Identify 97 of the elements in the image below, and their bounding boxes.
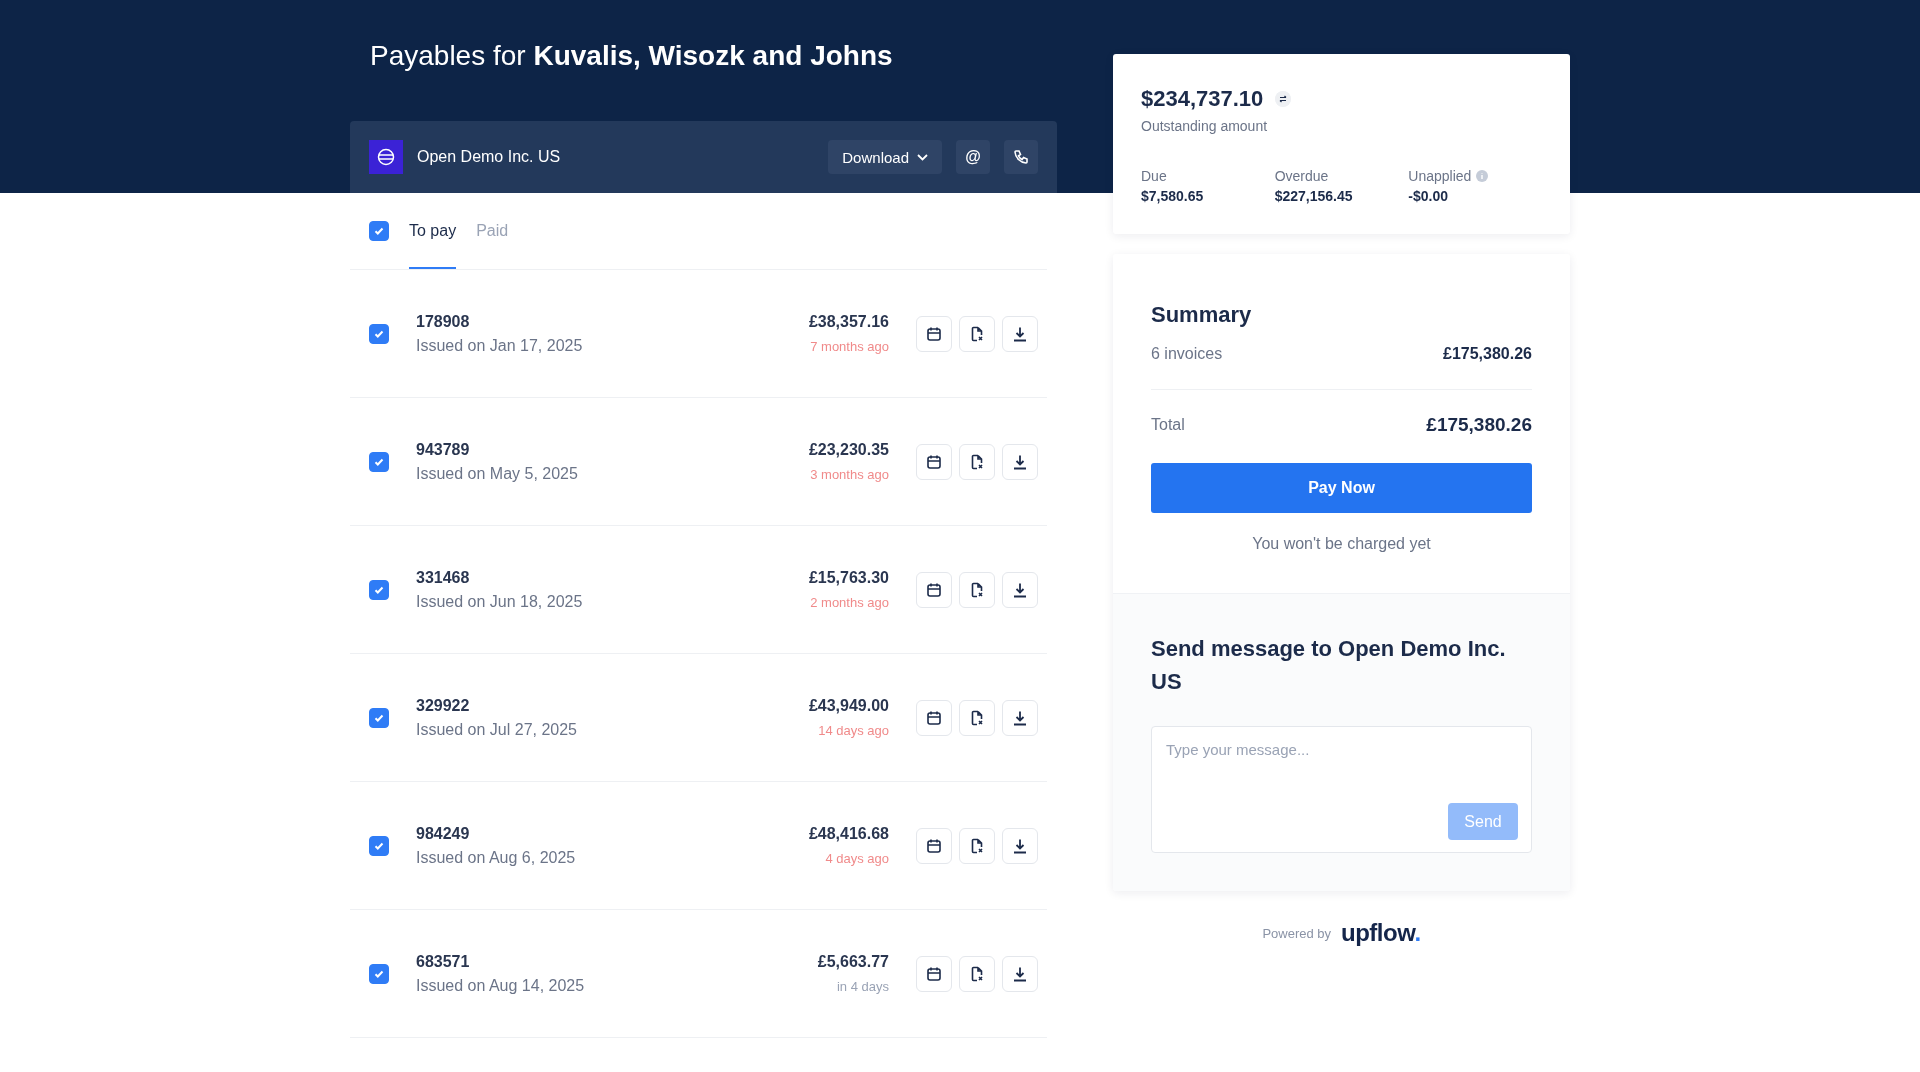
download-button[interactable] — [1002, 955, 1038, 992]
file-x-icon — [969, 325, 985, 342]
download-icon — [1012, 581, 1028, 598]
powered-by-text: Powered by — [1262, 925, 1332, 941]
due-label: in 4 days — [836, 979, 889, 994]
schedule-button[interactable] — [916, 443, 952, 480]
outstanding-label: Outstanding amount — [1141, 118, 1269, 134]
invoice-checkbox[interactable] — [369, 707, 389, 728]
select-all-checkbox[interactable] — [369, 221, 389, 241]
issue-date: Issued on Aug 14, 2025 — [416, 976, 586, 995]
invoice-number: 178908 — [416, 312, 471, 331]
page-title: Payables for Kuvalis, Wisozk and Johns — [369, 39, 894, 73]
schedule-button[interactable] — [916, 827, 952, 864]
issue-date: Issued on Jun 18, 2025 — [416, 592, 584, 611]
stat-label: Unapplied — [1408, 168, 1472, 184]
caret-icon — [917, 153, 928, 161]
schedule-button[interactable] — [916, 571, 952, 608]
file-x-icon — [969, 709, 985, 726]
phone-icon — [1013, 149, 1029, 165]
download-button[interactable] — [1002, 443, 1038, 480]
file-x-icon — [969, 965, 985, 982]
invoice-checkbox[interactable] — [369, 579, 389, 600]
calendar-icon — [926, 965, 942, 982]
due-label: 7 months ago — [810, 339, 889, 354]
charge-note: You won't be charged yet — [1251, 535, 1432, 553]
invoice-amount: £15,763.30 — [808, 569, 889, 587]
issue-date: Issued on Jul 27, 2025 — [416, 720, 578, 739]
calendar-icon — [926, 709, 942, 726]
invoice-amount: £38,357.16 — [808, 313, 889, 331]
file-x-icon — [969, 837, 985, 854]
invoice-number: 331468 — [416, 568, 471, 587]
message-title: Send message to Open Demo Inc. US — [1151, 635, 1507, 696]
download-icon — [1012, 453, 1028, 470]
schedule-button[interactable] — [916, 699, 952, 736]
dispute-button[interactable] — [959, 955, 995, 992]
subtotal-amount: £175,380.26 — [1443, 345, 1532, 363]
invoice-number: 943789 — [416, 440, 471, 459]
invoice-count: 6 invoices — [1151, 345, 1223, 363]
invoice-amount: £5,663.77 — [817, 953, 889, 971]
download-icon — [1012, 709, 1028, 726]
schedule-button[interactable] — [916, 315, 952, 352]
stat-label: Due — [1141, 168, 1167, 184]
tab[interactable]: Paid — [476, 193, 509, 269]
tab[interactable]: To pay — [409, 193, 457, 269]
issue-date: Issued on May 5, 2025 — [416, 464, 579, 483]
invoice-number: 683571 — [416, 952, 471, 971]
invoice-amount: £23,230.35 — [808, 441, 889, 459]
download-button[interactable] — [1002, 827, 1038, 864]
stat-value: $7,580.65 — [1141, 188, 1205, 204]
company-name: Open Demo Inc. US — [417, 148, 562, 166]
dispute-button[interactable] — [959, 571, 995, 608]
download-icon — [1012, 837, 1028, 854]
due-label: 4 days ago — [825, 851, 889, 866]
stat-label: Overdue — [1274, 168, 1329, 184]
invoice-number: 984249 — [416, 824, 471, 843]
outstanding-amount: $234,737.10 — [1141, 86, 1264, 112]
invoice-checkbox[interactable] — [369, 323, 389, 344]
download-icon — [1012, 965, 1028, 982]
file-x-icon — [969, 453, 985, 470]
download-dropdown[interactable]: Download — [828, 140, 942, 174]
dispute-button[interactable] — [959, 699, 995, 736]
invoice-checkbox[interactable] — [369, 963, 389, 984]
download-button[interactable] — [1002, 571, 1038, 608]
due-label: 3 months ago — [810, 467, 889, 482]
invoice-checkbox[interactable] — [369, 451, 389, 472]
calendar-icon — [926, 581, 942, 598]
calendar-icon — [926, 453, 942, 470]
dispute-button[interactable] — [959, 443, 995, 480]
download-icon — [1012, 325, 1028, 342]
invoice-amount: £48,416.68 — [808, 825, 889, 843]
stat-value: $227,156.45 — [1274, 188, 1354, 204]
download-button[interactable] — [1002, 315, 1038, 352]
phone-button[interactable] — [1004, 140, 1038, 174]
issue-date: Issued on Aug 6, 2025 — [416, 848, 577, 867]
invoice-checkbox[interactable] — [369, 835, 389, 856]
due-label: 14 days ago — [818, 723, 889, 738]
email-button[interactable]: @ — [956, 140, 990, 174]
download-button[interactable] — [1002, 699, 1038, 736]
issue-date: Issued on Jan 17, 2025 — [416, 336, 584, 355]
summary-title: Summary — [1151, 301, 1253, 329]
calendar-icon — [926, 325, 942, 342]
check-icon — [373, 225, 385, 237]
total-amount: £175,380.26 — [1426, 414, 1532, 436]
info-icon — [1476, 170, 1489, 182]
company-logo — [369, 140, 403, 174]
stat-value: -$0.00 — [1408, 188, 1450, 204]
file-x-icon — [969, 581, 985, 598]
dispute-button[interactable] — [959, 315, 995, 352]
pay-now-button[interactable]: Pay Now — [1151, 463, 1532, 513]
total-label: Total — [1151, 416, 1185, 434]
due-label: 2 months ago — [810, 595, 889, 610]
schedule-button[interactable] — [916, 955, 952, 992]
invoice-amount: £43,949.00 — [808, 697, 889, 715]
brand-logo: upflow. — [1341, 919, 1421, 947]
invoice-number: 329922 — [416, 696, 471, 715]
calendar-icon — [926, 837, 942, 854]
dispute-button[interactable] — [959, 827, 995, 864]
